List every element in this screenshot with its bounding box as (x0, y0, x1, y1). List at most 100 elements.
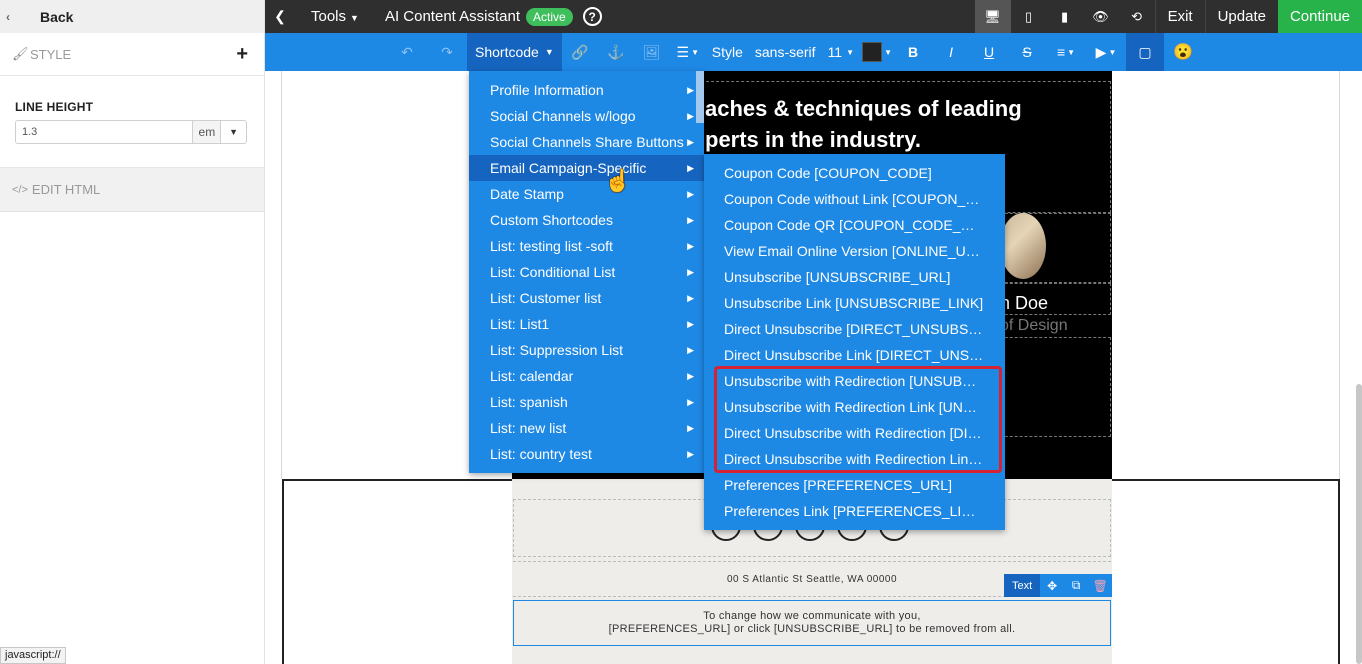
text-color-picker[interactable]: ▼ (860, 33, 894, 71)
shortcode-menu-item[interactable]: List: new list ▶ (469, 415, 704, 441)
shortcode-menu-item[interactable]: Email Campaign-Specific ▶ (469, 155, 704, 181)
shortcode-menu-item[interactable]: List: calendar ▶ (469, 363, 704, 389)
shortcode-menu-item[interactable]: Custom Shortcodes ▶ (469, 207, 704, 233)
editor-toolbar: ↶ ↷ Shortcode ▼ 🔗 ⚓ 🖼 ☰ ▼ Style sans-serif… (265, 33, 1362, 71)
preferences-text-block[interactable]: To change how we communicate with you, [… (513, 600, 1111, 646)
line-height-unit[interactable]: em (192, 121, 221, 143)
font-size-value: 11 (827, 44, 843, 60)
shortcode-menu-item[interactable]: List: List1 ▶ (469, 311, 704, 337)
shortcode-menu-item[interactable]: List: spanish ▶ (469, 389, 704, 415)
submenu-arrow-icon: ▶ (687, 448, 694, 459)
hand-cursor-icon: ☝ (604, 168, 632, 193)
submenu-arrow-icon: ▶ (687, 136, 694, 147)
author-role[interactable]: of Design (1000, 317, 1068, 335)
submenu-item[interactable]: Unsubscribe [UNSUBSCRIBE_URL] (704, 264, 1005, 290)
update-button[interactable]: Update (1204, 0, 1278, 33)
hero-heading-line2: perts in the industry. (705, 127, 921, 152)
continue-button[interactable]: Continue (1277, 0, 1362, 33)
submenu-item[interactable]: Coupon Code without Link [COUPON_… (704, 186, 1005, 212)
shortcode-menu-item[interactable]: Social Channels Share Buttons ▶ (469, 129, 704, 155)
tablet-view-icon[interactable]: ▯ (1011, 0, 1047, 33)
submenu-arrow-icon: ▶ (687, 422, 694, 433)
menu-item-label: Social Channels Share Buttons (490, 134, 684, 150)
shortcode-dropdown[interactable]: Shortcode ▼ (467, 33, 562, 71)
undo-icon[interactable]: ↶ (387, 33, 427, 71)
submenu-item[interactable]: Coupon Code QR [COUPON_CODE_… (704, 212, 1005, 238)
status-bar-url: javascript:// (0, 647, 66, 664)
caret-down-icon: ▼ (544, 47, 554, 57)
add-style-button[interactable]: + (236, 43, 248, 66)
shortcode-menu-item[interactable]: List: Suppression List ▶ (469, 337, 704, 363)
caret-down-icon[interactable]: ▼ (220, 121, 246, 143)
shortcode-menu-item[interactable]: Social Channels w/logo ▶ (469, 103, 704, 129)
block-select-icon[interactable]: ▢ (1126, 33, 1165, 71)
menu-item-label: List: country test (490, 446, 592, 462)
move-icon[interactable]: ✥ (1040, 579, 1064, 593)
back-label: Back (40, 8, 74, 25)
text-block-toolbar: Text ✥ ⧉ 🗑 (1004, 574, 1113, 597)
menu-item-label: List: new list (490, 420, 567, 436)
author-name[interactable]: n Doe (1000, 293, 1048, 314)
menu-item-label: Social Channels w/logo (490, 108, 636, 124)
ai-assistant-label[interactable]: AI Content Assistant (385, 8, 520, 25)
bold-button[interactable]: B (894, 33, 932, 71)
submenu-item[interactable]: Unsubscribe Link [UNSUBSCRIBE_LINK] (704, 290, 1005, 316)
shortcode-menu-item[interactable]: List: Customer list ▶ (469, 285, 704, 311)
tools-menu[interactable]: Tools ▼ (311, 8, 359, 25)
submenu-item[interactable]: Direct Unsubscribe Link [DIRECT_UNS… (704, 342, 1005, 368)
link-icon[interactable]: 🔗 (562, 33, 598, 71)
edit-html-button[interactable]: </> EDIT HTML (0, 168, 264, 212)
history-icon[interactable]: ⟲ (1119, 0, 1155, 33)
italic-button[interactable]: I (932, 33, 970, 71)
shortcode-menu-item[interactable]: Profile Information ▶ (469, 77, 704, 103)
submenu-item[interactable]: Preferences Link [PREFERENCES_LI… (704, 498, 1005, 524)
preview-eye-icon[interactable]: 👁 (1083, 0, 1119, 33)
line-height-section: LINE HEIGHT em ▼ (0, 76, 264, 168)
emoji-icon[interactable]: 😮 (1164, 33, 1202, 71)
submenu-arrow-icon: ▶ (687, 162, 694, 173)
submenu-item[interactable]: Direct Unsubscribe [DIRECT_UNSUBS… (704, 316, 1005, 342)
font-size-dropdown[interactable]: 11 ▼ (822, 33, 860, 71)
duplicate-icon[interactable]: ⧉ (1064, 578, 1088, 593)
back-button[interactable]: ‹ Back (0, 0, 264, 33)
caret-down-icon: ▼ (350, 13, 359, 23)
align-icon[interactable]: ≡ ▼ (1046, 33, 1086, 71)
underline-button[interactable]: U (970, 33, 1008, 71)
code-icon: </> (12, 183, 28, 196)
hero-heading[interactable]: aches & techniques of leading perts in t… (705, 93, 1022, 155)
redo-icon[interactable]: ↷ (427, 33, 467, 71)
menu-item-label: Date Stamp (490, 186, 564, 202)
trash-icon[interactable]: 🗑 (1088, 579, 1112, 593)
canvas-scrollbar[interactable] (1356, 384, 1362, 664)
shortcode-menu-item[interactable]: List: Conditional List ▶ (469, 259, 704, 285)
exit-button[interactable]: Exit (1154, 0, 1205, 33)
style-dropdown[interactable]: Style (706, 33, 749, 71)
image-icon[interactable]: 🖼 (634, 33, 670, 71)
anchor-icon[interactable]: ⚓ (598, 33, 634, 71)
mobile-view-icon[interactable]: ▮ (1047, 0, 1083, 33)
style-section-header[interactable]: 🖌 STYLE + (0, 33, 264, 76)
menu-item-label: List: spanish (490, 394, 568, 410)
color-swatch (862, 42, 883, 62)
direction-icon[interactable]: ▶ ▼ (1086, 33, 1126, 71)
line-height-label: LINE HEIGHT (15, 100, 94, 114)
submenu-arrow-icon: ▶ (687, 110, 694, 121)
font-family-dropdown[interactable]: sans-serif (749, 33, 822, 71)
submenu-arrow-icon: ▶ (687, 266, 694, 277)
style-panel: ‹ Back 🖌 STYLE + LINE HEIGHT em ▼ </> ED… (0, 0, 265, 664)
submenu-item[interactable]: View Email Online Version [ONLINE_U… (704, 238, 1005, 264)
avatar[interactable] (1000, 213, 1046, 279)
submenu-arrow-icon: ▶ (687, 344, 694, 355)
shortcode-menu-item[interactable]: List: country test ▶ (469, 441, 704, 467)
shortcode-menu-item[interactable]: Date Stamp ▶ (469, 181, 704, 207)
chevron-left-icon[interactable]: ❮ (265, 8, 295, 25)
line-height-input[interactable] (16, 121, 193, 143)
list-icon[interactable]: ☰ ▼ (670, 33, 706, 71)
submenu-item[interactable]: Coupon Code [COUPON_CODE] (704, 160, 1005, 186)
help-icon[interactable]: ? (582, 7, 602, 26)
submenu-item[interactable]: Preferences [PREFERENCES_URL] (704, 472, 1005, 498)
strikethrough-button[interactable]: S (1008, 33, 1046, 71)
edit-html-label: EDIT HTML (31, 182, 101, 197)
shortcode-menu-item[interactable]: List: testing list -soft ▶ (469, 233, 704, 259)
desktop-view-icon[interactable]: 🖥 (974, 0, 1011, 33)
